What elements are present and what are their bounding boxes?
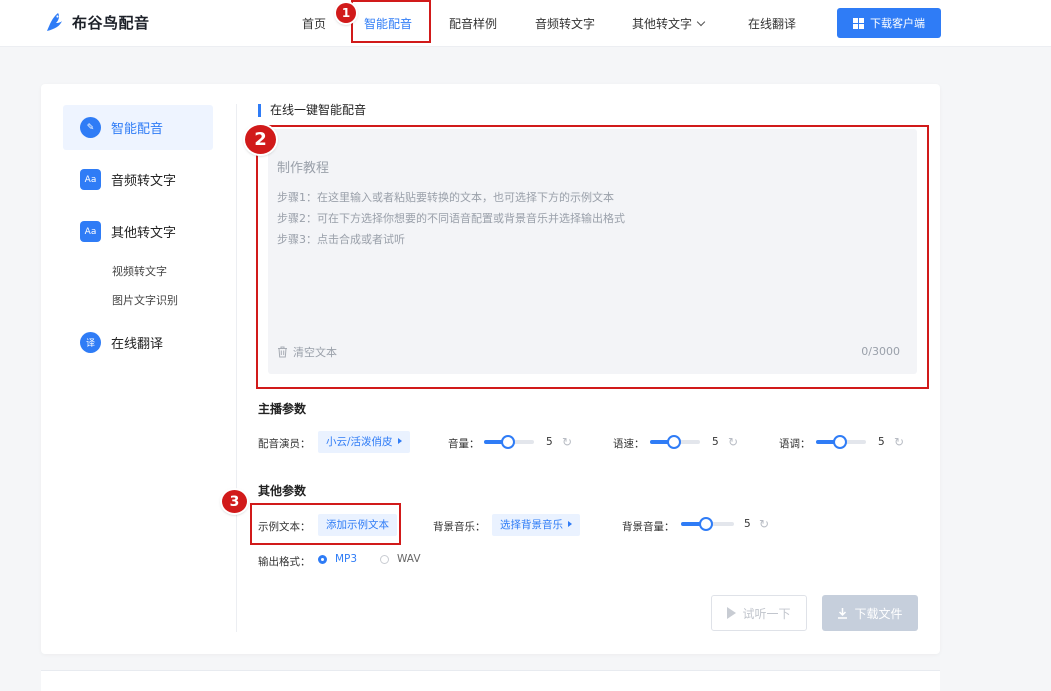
reset-icon[interactable]: ↻	[562, 436, 574, 448]
radio-dot	[318, 554, 327, 564]
sidebar-item-label: 智能配音	[111, 122, 164, 137]
annotation-badge-3: 3	[222, 490, 247, 513]
sidebar-item-label: 音频转文字	[111, 174, 177, 189]
voice-actor-value: 小云/活泼俏皮	[326, 436, 393, 448]
sidebar-subitem-video-to-text[interactable]: 视频转文字	[112, 263, 167, 279]
reset-icon[interactable]: ↻	[759, 518, 771, 530]
format-mp3-radio[interactable]: MP3	[318, 553, 357, 565]
download-file-button[interactable]: 下载文件	[822, 595, 918, 631]
translate-icon: 译	[80, 332, 101, 353]
bgm-volume-value: 5	[744, 518, 751, 530]
other-to-text-icon: Aa	[80, 221, 101, 242]
speed-slider[interactable]	[650, 435, 700, 449]
annotation-box-3	[250, 503, 401, 545]
audio-to-text-icon: Aa	[80, 169, 101, 190]
nav-item-other-to-text[interactable]: 其他转文字	[632, 15, 706, 32]
bgm-select[interactable]: 选择背景音乐	[492, 514, 580, 536]
format-wav-label: WAV	[397, 553, 421, 565]
voice-actor-label: 配音演员：	[258, 438, 311, 450]
pitch-label: 语调：	[779, 438, 811, 450]
bird-logo-icon	[47, 13, 62, 31]
reset-icon[interactable]: ↻	[728, 436, 740, 448]
nav-item-other-to-text-label: 其他转文字	[632, 17, 693, 31]
format-mp3-label: MP3	[335, 553, 358, 565]
volume-slider[interactable]	[484, 435, 534, 449]
annotation-box-1	[351, 0, 431, 43]
nav-item-audio-to-text[interactable]: 音频转文字	[535, 15, 595, 32]
preview-listen-label: 试听一下	[742, 606, 791, 621]
caret-right-icon	[568, 521, 572, 527]
play-icon	[727, 607, 737, 619]
annotation-box-2	[256, 125, 929, 389]
bgm-label: 背景音乐：	[433, 521, 486, 533]
reset-icon[interactable]: ↻	[894, 436, 906, 448]
bgm-volume-slider[interactable]	[681, 517, 734, 531]
section-title: 在线一键智能配音	[258, 104, 366, 117]
volume-value: 5	[546, 436, 553, 448]
brand-name: 布谷鸟配音	[72, 13, 150, 32]
chevron-down-icon	[696, 17, 706, 27]
speed-value: 5	[712, 436, 719, 448]
nav-item-home[interactable]: 首页	[302, 15, 326, 32]
download-client-button[interactable]: 下载客户端	[837, 8, 941, 38]
sidebar-item-smart-dubbing[interactable]: ✎ 智能配音	[63, 105, 213, 150]
download-file-label: 下载文件	[854, 606, 903, 621]
anchor-params-title: 主播参数	[258, 402, 307, 416]
brand[interactable]: 布谷鸟配音	[42, 10, 150, 34]
lower-card-edge	[41, 670, 940, 691]
annotation-badge-1: 1	[336, 3, 356, 23]
pitch-slider[interactable]	[816, 435, 866, 449]
output-format-label: 输出格式：	[258, 556, 311, 568]
sidebar-item-audio-to-text[interactable]: Aa 音频转文字	[80, 169, 176, 190]
bgm-volume-label: 背景音量：	[622, 521, 675, 533]
sidebar-item-label: 在线翻译	[111, 337, 164, 352]
download-icon	[838, 608, 848, 619]
caret-right-icon	[397, 438, 402, 444]
radio-dot	[380, 554, 389, 564]
speed-label: 语速：	[613, 438, 645, 450]
other-params-title: 其他参数	[258, 484, 307, 498]
sidebar-divider	[236, 104, 237, 632]
top-nav-bar: 布谷鸟配音 首页 智能配音 配音样例 音频转文字 其他转文字 在线翻译 下载客户…	[0, 0, 1051, 47]
pitch-value: 5	[878, 436, 885, 448]
sidebar-item-other-to-text[interactable]: Aa 其他转文字	[80, 221, 176, 242]
format-wav-radio[interactable]: WAV	[380, 553, 421, 565]
smart-dubbing-icon: ✎	[80, 117, 101, 138]
nav-item-online-translate[interactable]: 在线翻译	[748, 15, 796, 32]
download-client-label: 下载客户端	[870, 17, 925, 30]
preview-listen-button[interactable]: 试听一下	[711, 595, 807, 631]
sidebar-subitem-image-ocr[interactable]: 图片文字识别	[112, 292, 178, 308]
voice-actor-select[interactable]: 小云/活泼俏皮	[318, 431, 410, 453]
bgm-value: 选择背景音乐	[500, 519, 563, 531]
windows-icon	[853, 17, 864, 29]
sidebar-item-label: 其他转文字	[111, 226, 177, 241]
sidebar-item-online-translate[interactable]: 译 在线翻译	[80, 332, 163, 353]
annotation-badge-2: 2	[245, 125, 276, 154]
nav-item-dubbing-samples[interactable]: 配音样例	[449, 15, 497, 32]
volume-label: 音量：	[448, 438, 480, 450]
